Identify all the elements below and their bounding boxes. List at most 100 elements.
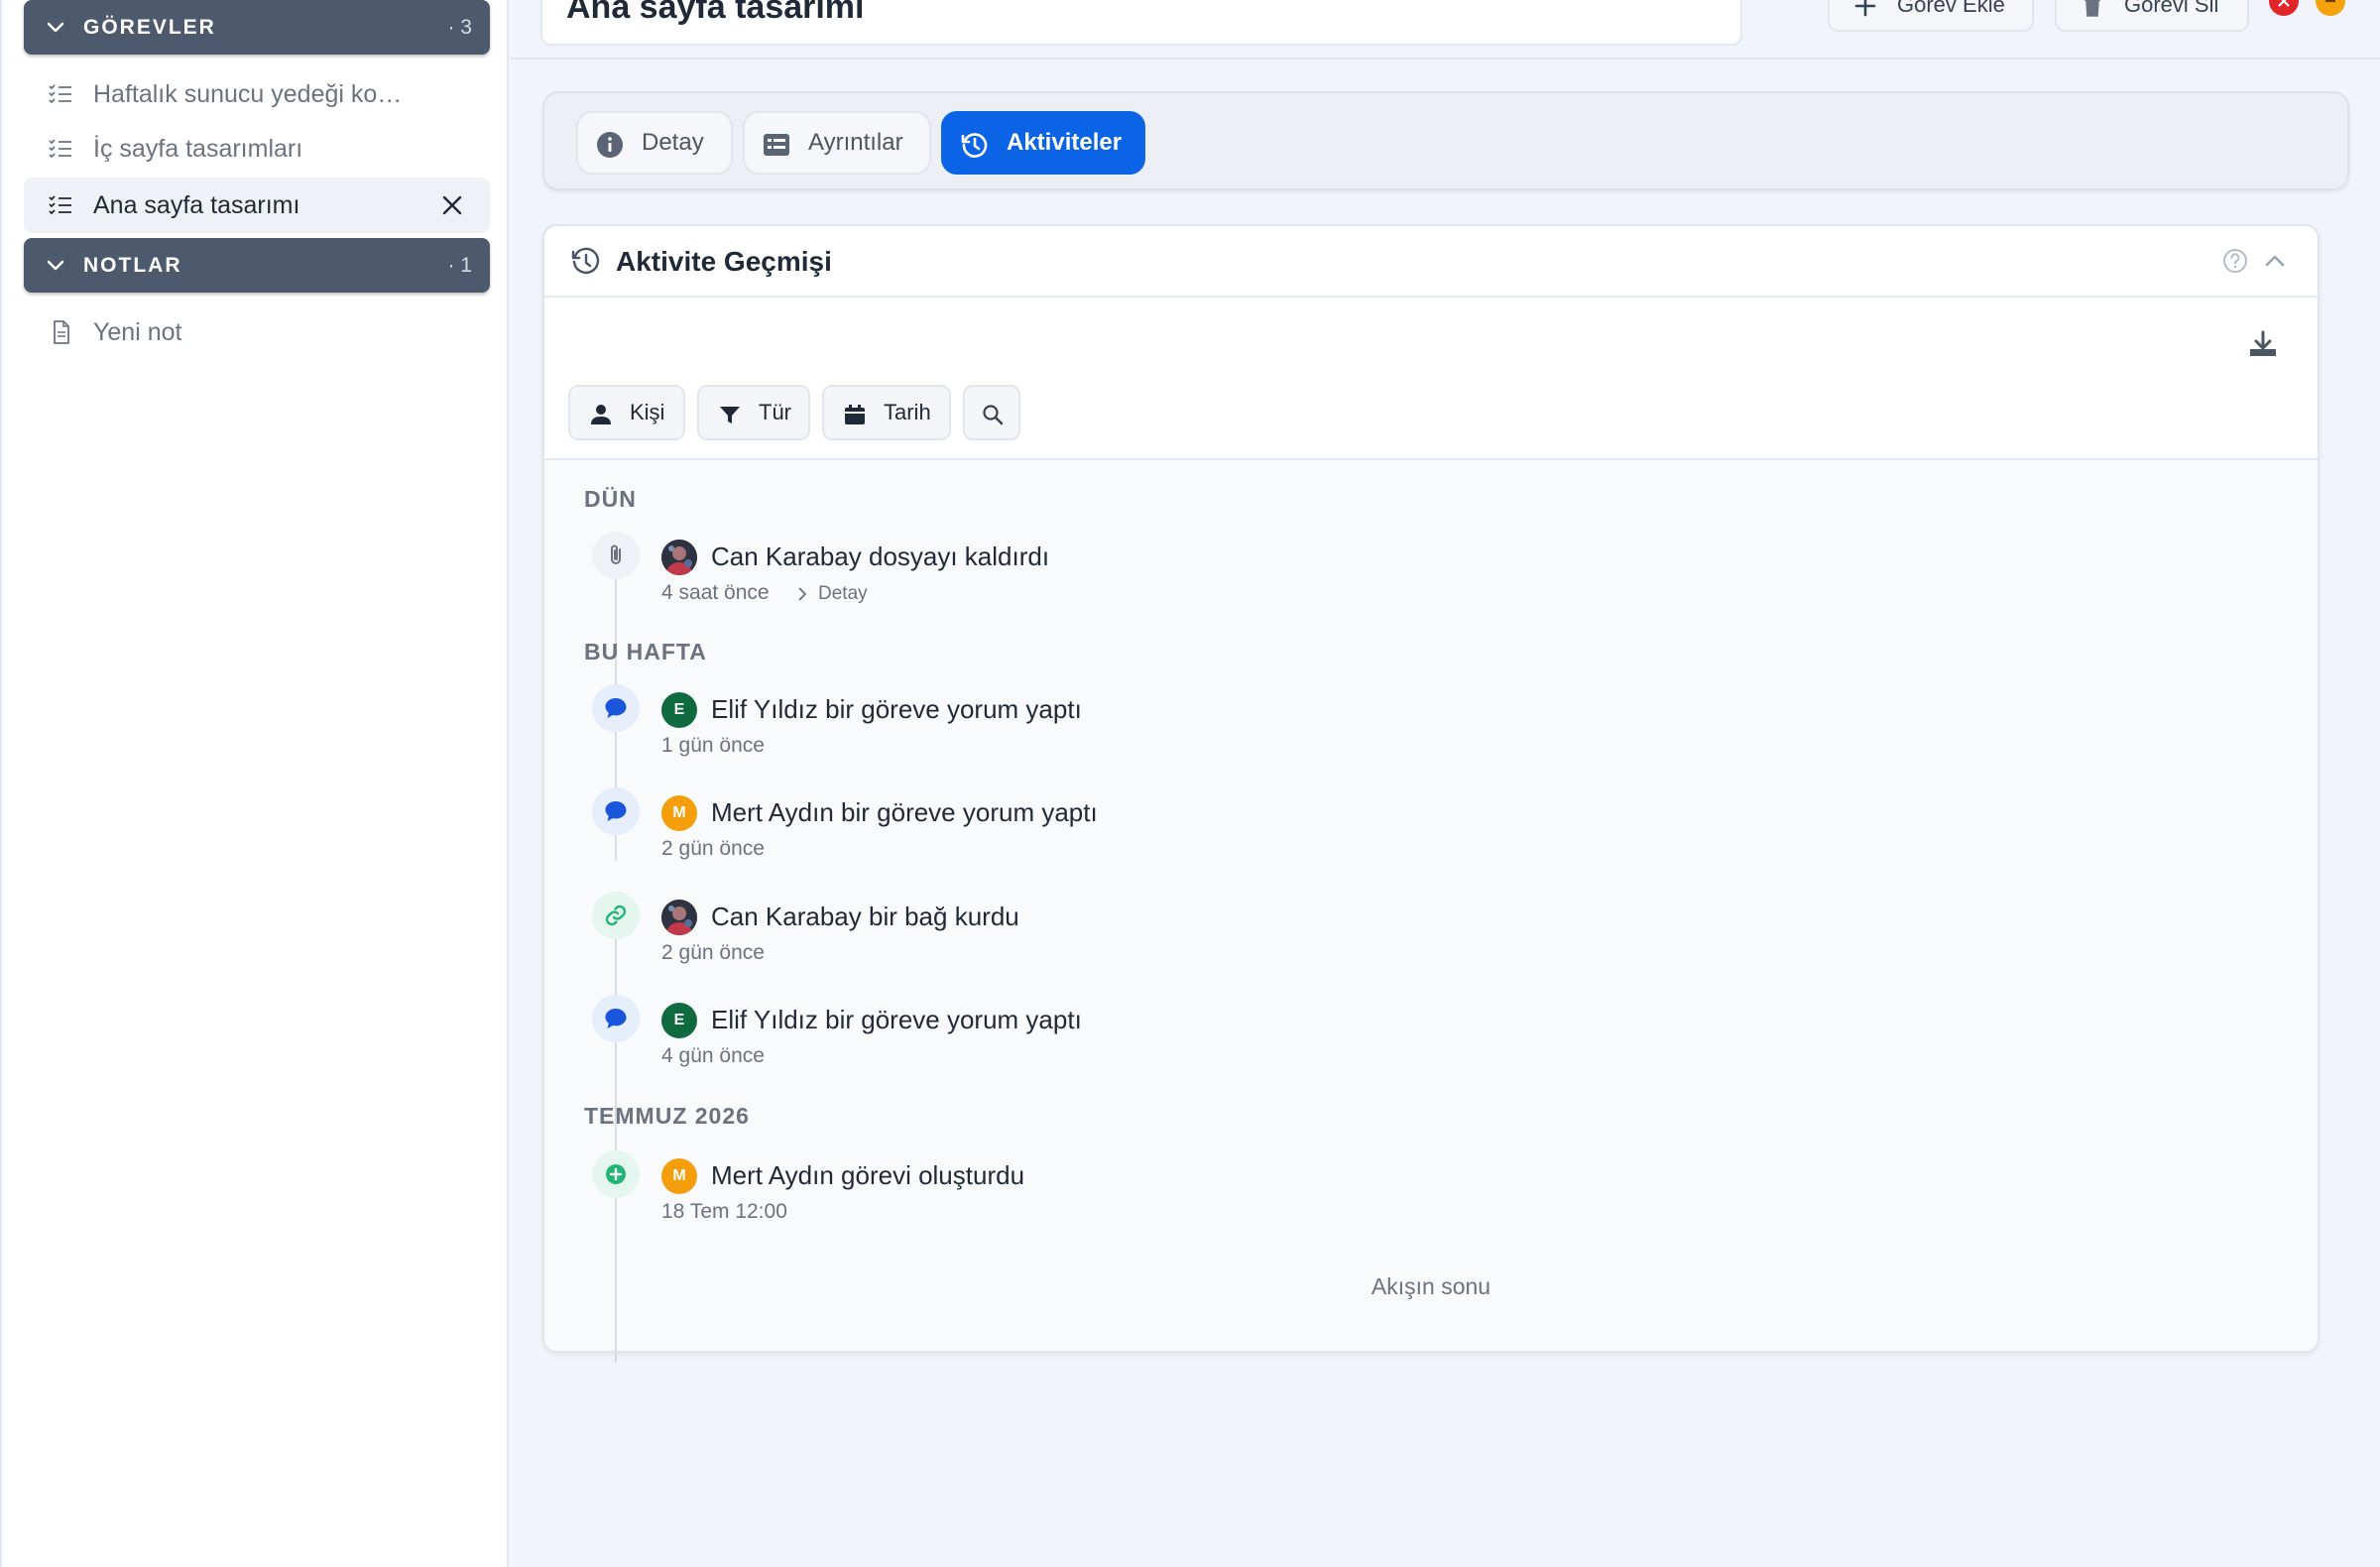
- tab-label: Aktiviteler: [1007, 129, 1123, 156]
- activity-item: E Elif Yıldız bir göreve yorum yaptı 4 g…: [544, 995, 2318, 1076]
- activity-time: 2 gün önce: [661, 941, 765, 964]
- close-icon[interactable]: [440, 193, 464, 217]
- avatar: E: [661, 1003, 697, 1038]
- notes-section-header[interactable]: NOTLAR · 1: [24, 238, 490, 293]
- activity-type-badge: [592, 1150, 640, 1198]
- task-list-icon: [49, 195, 71, 215]
- avatar-photo: [661, 540, 697, 575]
- help-icon[interactable]: [2222, 248, 2248, 274]
- tab-label: Detay: [642, 129, 704, 156]
- tasks-section-header[interactable]: GÖREVLER · 3: [24, 0, 490, 55]
- close-icon: [2278, 0, 2290, 7]
- sidebar-item-label: İç sayfa tasarımları: [93, 134, 303, 163]
- filter-label: Tür: [759, 400, 791, 424]
- filter-label: Kişi: [630, 400, 665, 424]
- sidebar-item-task[interactable]: İç sayfa tasarımları: [24, 121, 490, 177]
- tab-aktiviteler[interactable]: Aktiviteler: [941, 111, 1145, 175]
- chevron-up-icon[interactable]: [2262, 248, 2288, 274]
- minimize-icon: [2325, 0, 2335, 3]
- filter-type-button[interactable]: Tür: [697, 385, 810, 440]
- search-button[interactable]: [963, 385, 1020, 440]
- avatar: M: [661, 1158, 697, 1194]
- window-close-button[interactable]: [2269, 0, 2299, 16]
- trash-icon: [2084, 0, 2100, 17]
- end-of-feed-text: Akışın sonu: [1370, 1273, 1491, 1299]
- details-list-icon: [764, 134, 789, 156]
- activity-item: Can Karabay bir bağ kurdu 2 gün önce: [544, 892, 2318, 973]
- activity-time: 4 saat önce: [661, 581, 770, 604]
- history-icon: [571, 247, 600, 275]
- chevron-down-icon: [47, 260, 64, 271]
- sidebar-item-label: Haftalık sunucu yedeği ko…: [93, 79, 403, 108]
- activity-type-badge: [592, 684, 640, 732]
- link-icon: [605, 904, 627, 926]
- avatar-photo: [661, 900, 697, 935]
- filter-person-button[interactable]: Kişi: [568, 385, 685, 440]
- tasks-section-count: · 3: [447, 15, 472, 39]
- tab-bar: Detay Ayrıntılar Aktiviteler: [542, 91, 2349, 190]
- search-icon: [983, 405, 1004, 425]
- activity-time: 4 gün önce: [661, 1044, 765, 1067]
- sidebar-item-note[interactable]: Yeni not: [24, 304, 490, 360]
- info-icon: [597, 132, 623, 158]
- download-icon[interactable]: [2248, 329, 2278, 359]
- activity-type-badge: [592, 787, 640, 835]
- comment-icon: [605, 801, 627, 821]
- task-title-input[interactable]: Ana sayfa tasarımı: [540, 0, 1742, 46]
- document-icon: [54, 320, 69, 344]
- notes-section-count: · 1: [447, 253, 472, 277]
- calendar-icon: [845, 405, 865, 424]
- sidebar-item-task-active[interactable]: Ana sayfa tasarımı: [24, 178, 490, 233]
- activity-text: Elif Yıldız bir göreve yorum yaptı: [711, 694, 1082, 724]
- activity-text: Can Karabay dosyayı kaldırdı: [711, 542, 1050, 571]
- activity-panel: Aktivite Geçmişi Kişi Tür Tarih DÜN Can …: [542, 224, 2320, 1363]
- delete-task-label: Görevi Sil: [2124, 0, 2219, 17]
- add-task-label: Görev Ekle: [1897, 0, 2005, 17]
- activity-type-badge: [592, 995, 640, 1042]
- filter-toolbar: Kişi Tür Tarih: [544, 300, 2318, 460]
- tab-ayrintilar[interactable]: Ayrıntılar: [743, 111, 931, 175]
- activity-type-badge: [592, 532, 640, 579]
- add-task-button[interactable]: Görev Ekle: [1828, 0, 2034, 32]
- group-label: BU HAFTA: [584, 639, 707, 664]
- activity-item: M Mert Aydın görevi oluşturdu 18 Tem 12:…: [544, 1150, 2318, 1232]
- activity-text: Mert Aydın görevi oluşturdu: [711, 1160, 1025, 1190]
- history-icon: [961, 133, 988, 158]
- chevron-right-icon: [798, 587, 807, 601]
- person-icon: [591, 405, 611, 424]
- filter-date-button[interactable]: Tarih: [822, 385, 951, 440]
- task-list-icon: [49, 84, 71, 104]
- notes-section-title: NOTLAR: [83, 253, 182, 277]
- filter-icon: [720, 407, 740, 423]
- plus-circle-icon: [606, 1164, 626, 1184]
- avatar: E: [661, 692, 697, 728]
- delete-task-button[interactable]: Görevi Sil: [2055, 0, 2249, 32]
- activity-text: Mert Aydın bir göreve yorum yaptı: [711, 797, 1098, 827]
- activity-time: 2 gün önce: [661, 837, 765, 860]
- group-label: TEMMUZ 2026: [584, 1103, 750, 1129]
- tab-label: Ayrıntılar: [808, 129, 903, 156]
- avatar-image: [661, 540, 697, 575]
- top-bar: Ana sayfa tasarımı Görev Ekle Görevi Sil: [511, 0, 2380, 60]
- avatar: M: [661, 795, 697, 831]
- tasks-section-title: GÖREVLER: [83, 15, 216, 39]
- activity-time: 18 Tem 12:00: [661, 1200, 787, 1223]
- avatar-image: [661, 900, 697, 935]
- sidebar-item-label: Yeni not: [93, 317, 182, 346]
- filter-label: Tarih: [884, 400, 931, 424]
- activity-text: Can Karabay bir bağ kurdu: [711, 902, 1019, 931]
- chevron-down-icon: [47, 22, 64, 33]
- activity-item: E Elif Yıldız bir göreve yorum yaptı 1 g…: [544, 684, 2318, 766]
- detail-label: Detay: [818, 583, 868, 604]
- paperclip-icon: [611, 544, 621, 564]
- window-minimize-button[interactable]: [2316, 0, 2345, 16]
- tab-detay[interactable]: Detay: [576, 111, 733, 175]
- sidebar: GÖREVLER · 3 Haftalık sunucu yedeği ko… …: [0, 0, 509, 1567]
- sidebar-item-label: Ana sayfa tasarımı: [93, 190, 300, 219]
- sidebar-item-task[interactable]: Haftalık sunucu yedeği ko…: [24, 66, 490, 122]
- task-list-icon: [49, 139, 71, 159]
- group-label: DÜN: [584, 486, 637, 512]
- activity-detail-link[interactable]: Detay: [794, 583, 868, 605]
- activity-item: M Mert Aydın bir göreve yorum yaptı 2 gü…: [544, 787, 2318, 869]
- activity-type-badge: [592, 892, 640, 939]
